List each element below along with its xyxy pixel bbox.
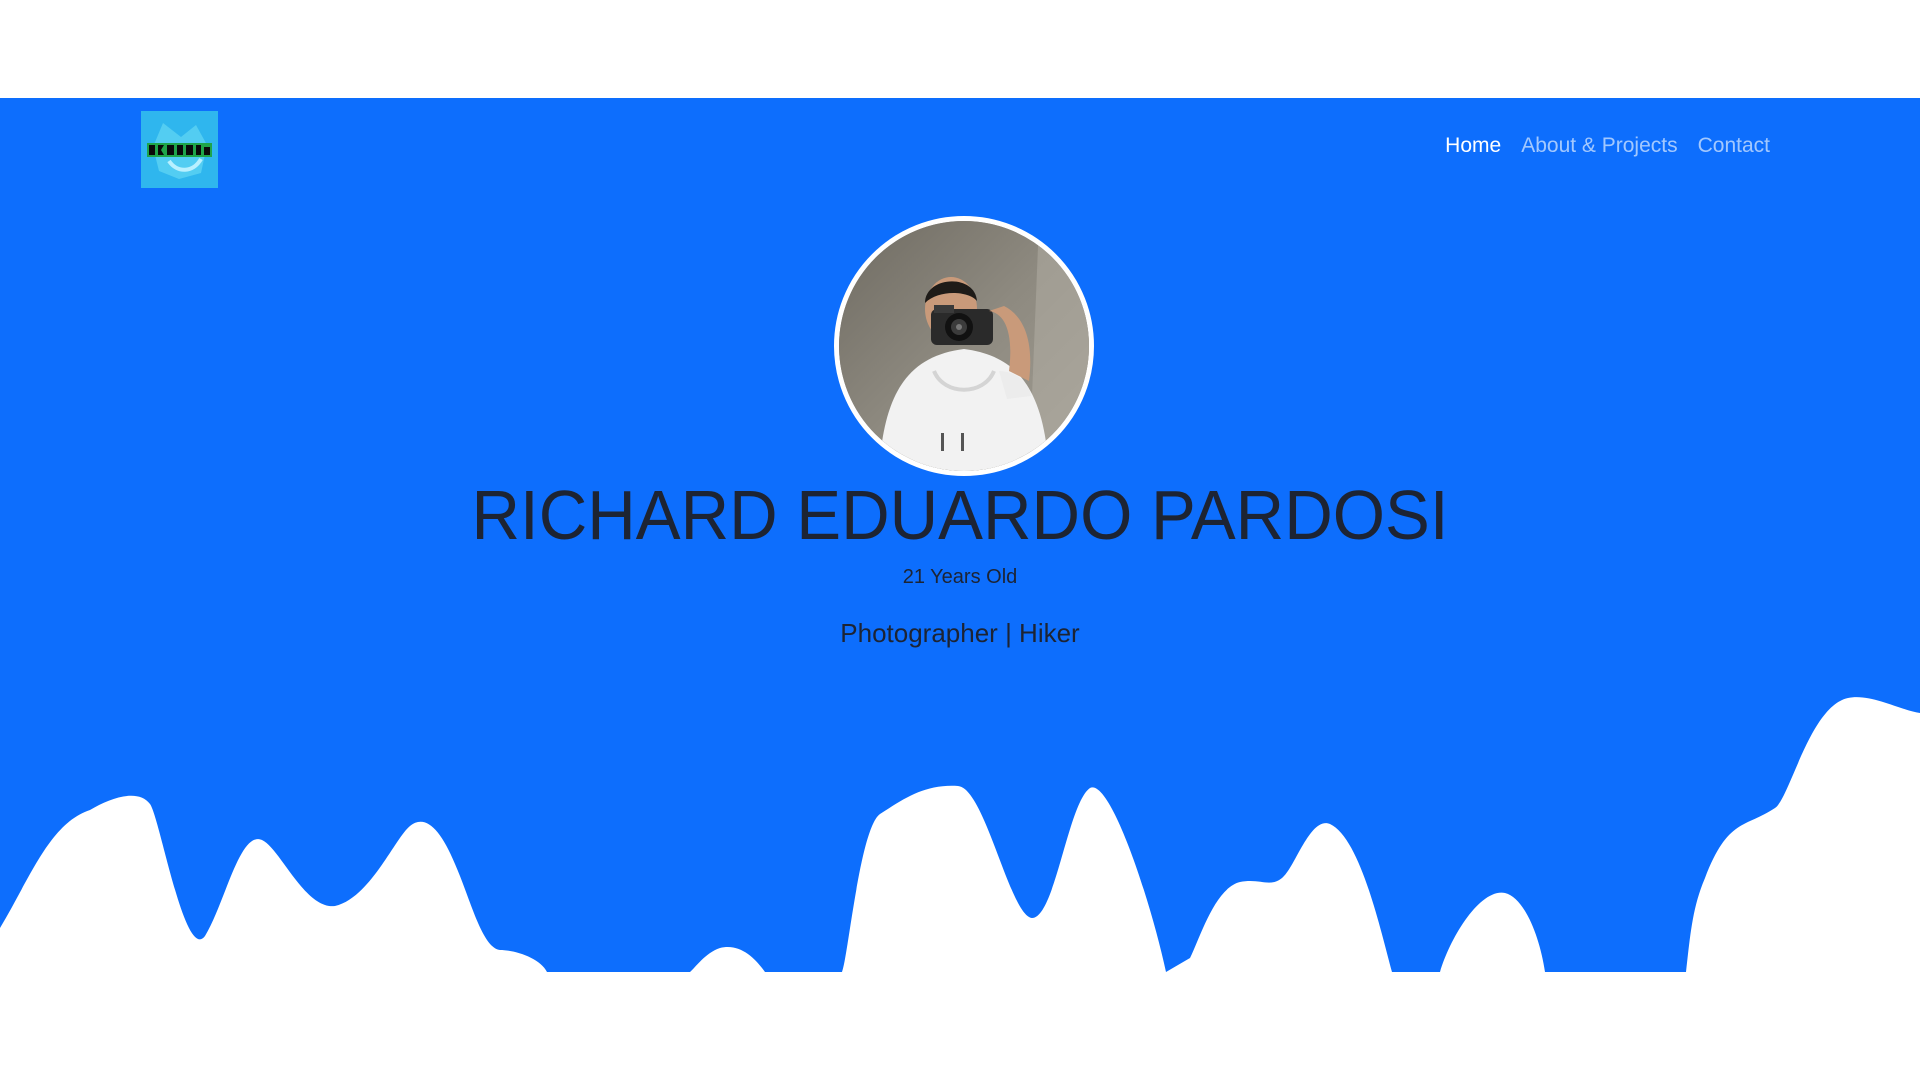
hero-section: Home About & Projects Contact RICHARD ED… bbox=[0, 98, 1920, 972]
navbar: Home About & Projects Contact bbox=[0, 98, 1920, 208]
profile-age: 21 Years Old bbox=[902, 566, 1018, 588]
nav-link-home[interactable]: Home bbox=[1445, 134, 1501, 158]
profile-photo-graphic bbox=[839, 221, 1089, 471]
nav-links: Home About & Projects Contact bbox=[1445, 134, 1770, 158]
nav-link-about-projects[interactable]: About & Projects bbox=[1521, 134, 1677, 158]
brand-logo-icon[interactable] bbox=[141, 111, 218, 188]
profile-tagline: Photographer | Hiker bbox=[840, 618, 1080, 648]
profile-photo bbox=[834, 216, 1094, 476]
page: Home About & Projects Contact RICHARD ED… bbox=[0, 0, 1920, 1080]
nav-link-contact[interactable]: Contact bbox=[1698, 134, 1770, 158]
logo-graphic bbox=[141, 111, 218, 188]
profile-name: RICHARD EDUARDO PARDOSI bbox=[471, 476, 1449, 554]
